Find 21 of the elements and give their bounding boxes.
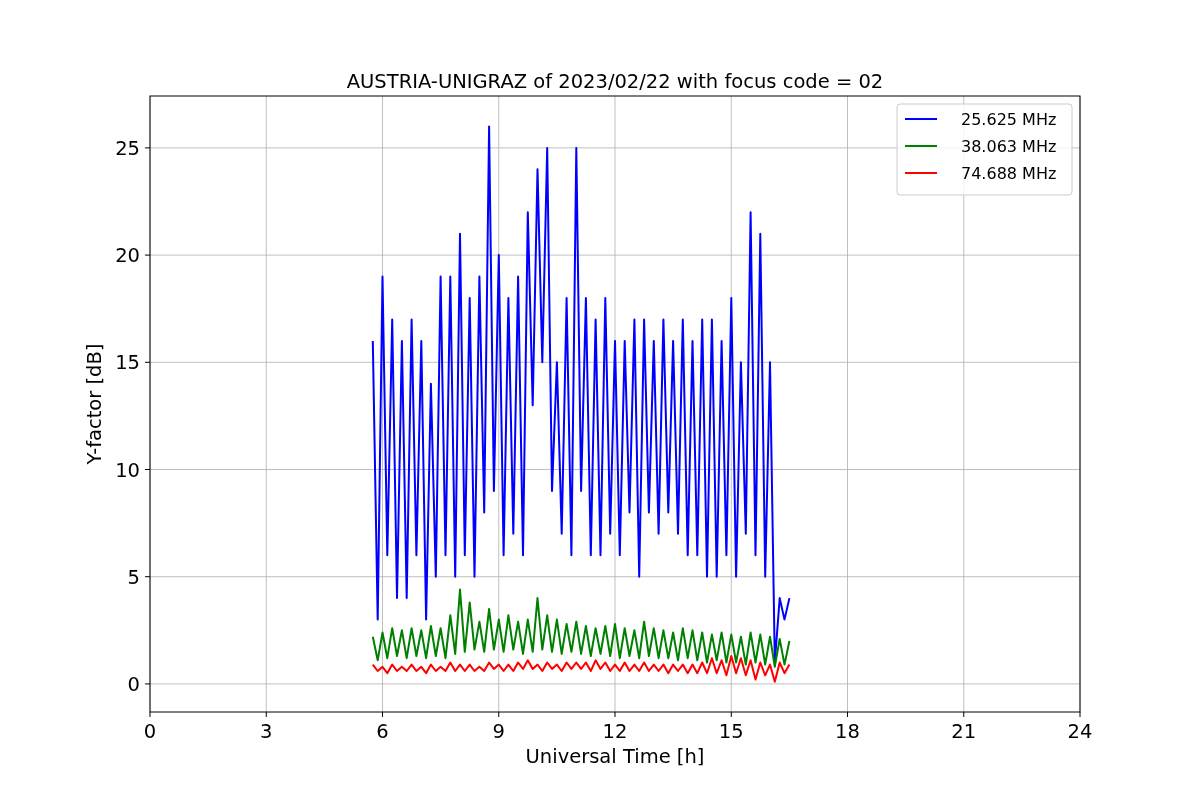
chart-title: AUSTRIA-UNIGRAZ of 2023/02/22 with focus code = 02: [346, 70, 884, 93]
y-tick-label: 15: [115, 351, 140, 375]
y-tick-label: 10: [115, 458, 140, 482]
x-tick-label: 24: [1067, 720, 1093, 743]
legend-label: 38.063 MHz: [961, 137, 1057, 156]
y-tick-label: 25: [115, 136, 140, 160]
x-tick-label: 18: [835, 720, 860, 743]
x-tick-label: 9: [492, 720, 505, 743]
x-tick-label: 0: [143, 720, 157, 743]
legend-label: 25.625 MHz: [961, 110, 1057, 129]
y-tick-label: 0: [127, 672, 140, 696]
x-tick-label: 6: [376, 720, 389, 743]
x-tick-label: 21: [951, 720, 977, 743]
y-tick-label: 5: [127, 565, 140, 589]
legend-label: 74.688 MHz: [961, 164, 1057, 183]
y-tick-label: 20: [115, 244, 140, 268]
x-tick-label: 15: [718, 720, 744, 743]
x-tick-label: 12: [602, 720, 628, 743]
x-tick-label: 3: [260, 720, 273, 743]
y-axis-label: Y-factor [dB]: [83, 343, 106, 465]
x-axis-label: Universal Time [h]: [525, 745, 705, 768]
